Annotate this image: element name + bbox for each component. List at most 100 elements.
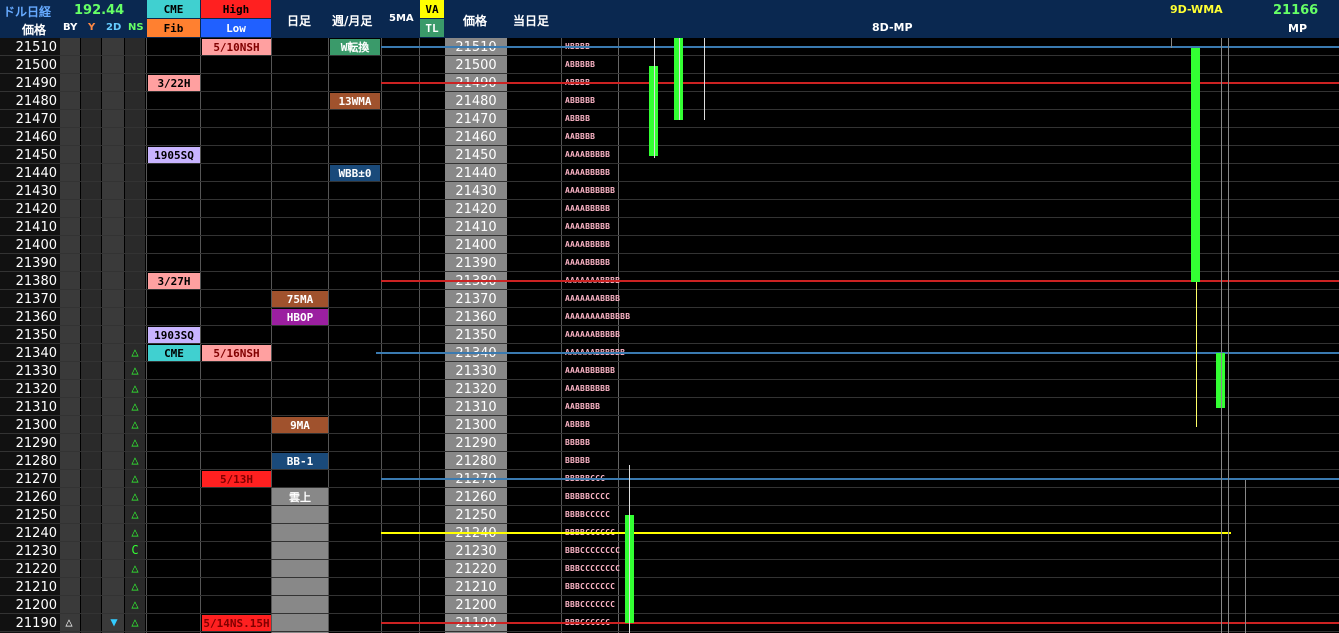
price-cell-2: 21250 (455, 508, 497, 523)
price-cell: 21240 (15, 526, 57, 541)
tpo-letters: BBBCCCCCCC (565, 582, 616, 591)
low-header: Low (201, 19, 271, 37)
price-cell: 21260 (15, 490, 57, 505)
row-divider (0, 127, 1339, 128)
ns-triangle-icon: △ (131, 345, 139, 359)
price-cell-2: 21420 (455, 202, 497, 217)
price-cell-2: 21500 (455, 58, 497, 73)
level-label: 1903SQ (148, 327, 200, 343)
price-cell: 21220 (15, 562, 57, 577)
level-label: 3/22H (148, 75, 200, 91)
row-divider (0, 469, 1339, 470)
price-cell: 21360 (15, 310, 57, 325)
row-divider (0, 487, 1339, 488)
mp-value: 21166 (1273, 3, 1319, 18)
level-label: 5/14NS.15H (202, 615, 271, 631)
ns-triangle-icon: △ (131, 471, 139, 485)
candle-wick (1196, 282, 1197, 427)
level-label: BB-1 (272, 453, 328, 469)
by-header: BY (63, 22, 78, 33)
price-cell-2: 21200 (455, 598, 497, 613)
tpo-letters: BBBBCCCCC (565, 510, 611, 519)
price-cell: 21480 (15, 94, 57, 109)
level-label: 3/27H (148, 273, 200, 289)
price-cell: 21490 (15, 76, 57, 91)
row-divider (0, 595, 1339, 596)
row-divider (0, 199, 1339, 200)
price-cell-2: 21410 (455, 220, 497, 235)
price-header-2: 価格 (463, 14, 488, 28)
row-divider (0, 73, 1339, 74)
price-cell-2: 21260 (455, 490, 497, 505)
level-line (381, 532, 1231, 534)
candle-wick (1245, 480, 1246, 633)
candle-wick (704, 38, 705, 120)
price-cell: 21410 (15, 220, 57, 235)
dollar-nikkei-label: ドル日経 (3, 5, 52, 19)
tpo-letters: BBBBB (565, 438, 591, 447)
tpo-letters: AAAAAAABBBB (565, 294, 621, 303)
tpo-letters: AAAABBBBB (565, 150, 611, 159)
level-label: 雲上 (272, 489, 328, 505)
candle-body (1191, 48, 1200, 282)
row-divider (0, 613, 1339, 614)
price-cell-2: 21430 (455, 184, 497, 199)
level-line (376, 352, 1339, 354)
tpo-letters: AAAABBBBB (565, 222, 611, 231)
price-cell-2: 21220 (455, 562, 497, 577)
tpo-letters: AAAAAABBBBB (565, 330, 621, 339)
price-cell: 21330 (15, 364, 57, 379)
level-label: HBOP (272, 309, 328, 325)
price-cell-2: 21440 (455, 166, 497, 181)
2d-header: 2D (106, 22, 122, 33)
tpo-letters: AAAABBBBB (565, 204, 611, 213)
level-label: CME (148, 345, 200, 361)
price-cell: 21250 (15, 508, 57, 523)
price-cell: 21500 (15, 58, 57, 73)
ns-triangle-icon: △ (131, 381, 139, 395)
tpo-letters: AAABBBBBB (565, 384, 611, 393)
tpo-letters: BBBCCCCCCC (565, 600, 616, 609)
price-cell-2: 21310 (455, 400, 497, 415)
ns-header: NS (128, 22, 144, 33)
price-cell: 21470 (15, 112, 57, 127)
row-divider (0, 109, 1339, 110)
price-cell: 21430 (15, 184, 57, 199)
price-cell: 21510 (15, 40, 57, 55)
tpo-letters: BBBCCCCCCCC (565, 546, 621, 555)
level-label: 9MA (272, 417, 328, 433)
candle-wick (1221, 38, 1222, 633)
ns-triangle-icon: △ (131, 453, 139, 467)
daily-header: 日足 (287, 14, 312, 28)
row-divider (0, 91, 1339, 92)
price-cell-2: 21210 (455, 580, 497, 595)
level-label: 75MA (272, 291, 328, 307)
price-cell: 21350 (15, 328, 57, 343)
tpo-letters: AABBBBB (565, 402, 601, 411)
price-cell-2: 21230 (455, 544, 497, 559)
tpo-letters: AAAAAAAABBBBB (565, 312, 631, 321)
price-cell: 21340 (15, 346, 57, 361)
tpo-letters: AABBBB (565, 132, 596, 141)
tpo-letters: AAAABBBBB (565, 168, 611, 177)
price-cell-2: 21450 (455, 148, 497, 163)
row-divider (0, 163, 1339, 164)
level-label: W転換 (330, 39, 380, 55)
level-label: 13WMA (330, 93, 380, 109)
tpo-letters: BBBCCCCCCCC (565, 564, 621, 573)
ns-triangle-icon: △ (131, 507, 139, 521)
candle-wick (1171, 38, 1172, 48)
level-label: 5/10NSH (202, 39, 271, 55)
price-cell: 21420 (15, 202, 57, 217)
row-divider (0, 235, 1339, 236)
price-cell: 21210 (15, 580, 57, 595)
ns-triangle-icon: △ (131, 597, 139, 611)
ns-triangle-icon: △ (131, 579, 139, 593)
price-cell: 21460 (15, 130, 57, 145)
price-cell-2: 21320 (455, 382, 497, 397)
price-cell-2: 21360 (455, 310, 497, 325)
price-cell: 21310 (15, 400, 57, 415)
weekly-monthly-header: 週/月足 (332, 14, 373, 28)
ns-triangle-icon: △ (131, 489, 139, 503)
high-header: High (201, 0, 271, 18)
